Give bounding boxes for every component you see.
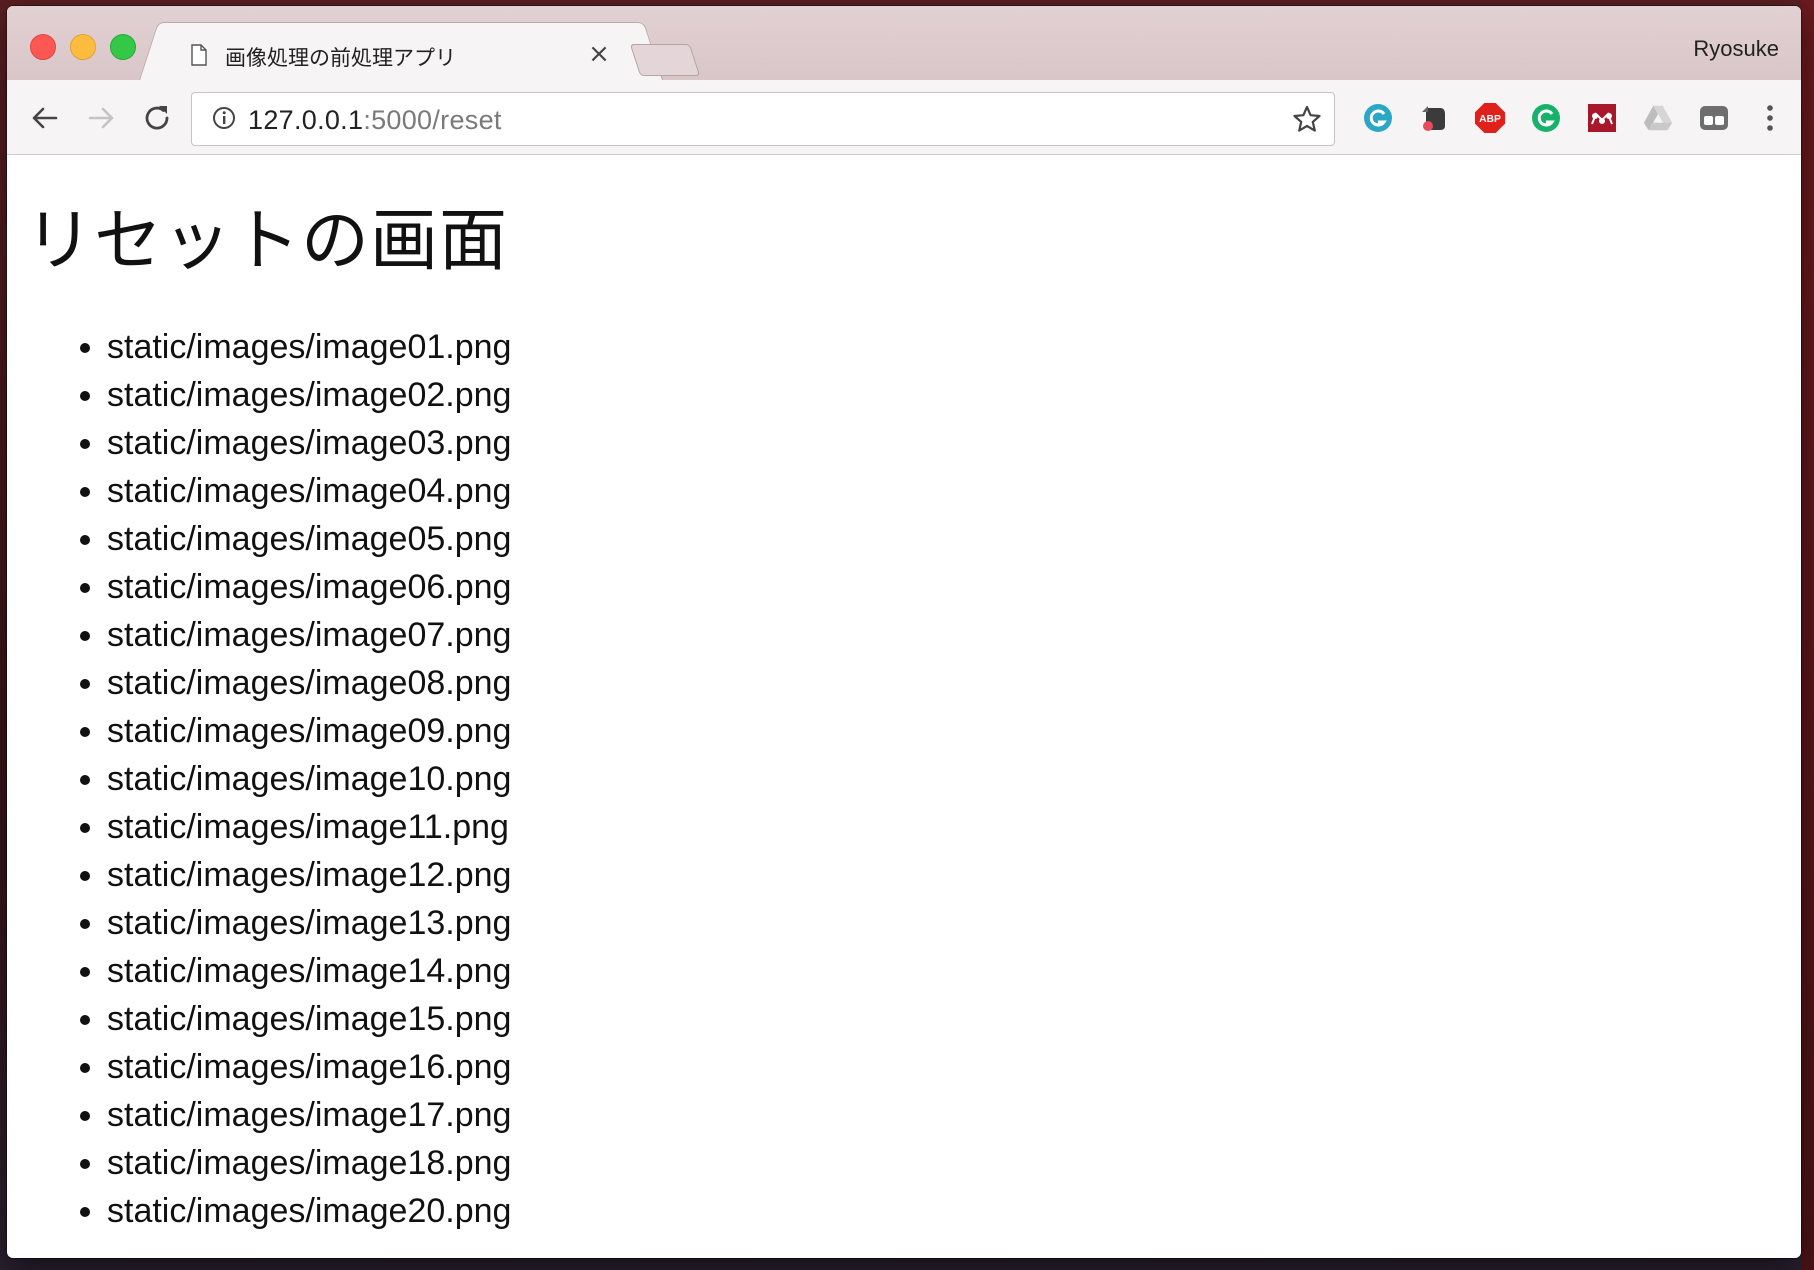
svg-text:ABP: ABP xyxy=(1479,114,1501,125)
menu-more-icon[interactable] xyxy=(1754,102,1786,134)
minimize-window-button[interactable] xyxy=(70,34,96,60)
arrow-right-icon xyxy=(88,107,114,129)
list-item: static/images/image09.png xyxy=(107,707,511,755)
list-item: static/images/image16.png xyxy=(107,1043,511,1091)
list-item: static/images/image13.png xyxy=(107,899,511,947)
url-path: :5000/reset xyxy=(363,105,502,135)
mendeley-icon[interactable] xyxy=(1586,102,1618,134)
adblock-plus-icon[interactable]: ABP xyxy=(1474,102,1506,134)
page-icon xyxy=(191,44,207,66)
reload-button[interactable] xyxy=(139,100,175,136)
list-item: static/images/image14.png xyxy=(107,947,511,995)
profile-name-button[interactable]: Ryosuke xyxy=(1693,36,1779,62)
desktop-background xyxy=(1802,0,1814,1270)
list-item: static/images/image02.png xyxy=(107,371,511,419)
list-item: static/images/image15.png xyxy=(107,995,511,1043)
list-item: static/images/image11.png xyxy=(107,803,511,851)
evernote-icon[interactable] xyxy=(1418,102,1450,134)
list-item: static/images/image18.png xyxy=(107,1139,511,1187)
info-icon[interactable] xyxy=(212,106,236,130)
list-item: static/images/image03.png xyxy=(107,419,511,467)
bookmark-star-icon[interactable] xyxy=(1292,104,1322,134)
address-bar[interactable]: 127.0.0.1:5000/reset xyxy=(191,92,1335,146)
list-item: static/images/image05.png xyxy=(107,515,511,563)
browser-toolbar: 127.0.0.1:5000/reset ABP xyxy=(7,80,1801,155)
page-title: リセットの画面 xyxy=(25,202,509,281)
tab-close-icon[interactable]: × xyxy=(585,38,613,70)
file-list: static/images/image01.pngstatic/images/i… xyxy=(63,323,511,1235)
grammarly-icon[interactable] xyxy=(1362,102,1394,134)
list-item: static/images/image12.png xyxy=(107,851,511,899)
list-item: static/images/image17.png xyxy=(107,1091,511,1139)
google-drive-icon[interactable] xyxy=(1642,102,1674,134)
browser-window: 画像処理の前処理アプリ × Ryosuke 127.0.0.1:5000/res… xyxy=(7,6,1801,1258)
reload-icon xyxy=(145,106,169,130)
back-button[interactable] xyxy=(27,100,63,136)
list-item: static/images/image20.png xyxy=(107,1187,511,1235)
grammarly-green-icon[interactable] xyxy=(1530,102,1562,134)
list-item: static/images/image04.png xyxy=(107,467,511,515)
close-window-button[interactable] xyxy=(30,34,56,60)
url-host: 127.0.0.1 xyxy=(248,105,364,135)
forward-button[interactable] xyxy=(83,100,119,136)
list-item: static/images/image10.png xyxy=(107,755,511,803)
arrow-left-icon xyxy=(32,107,58,129)
new-tab-button[interactable] xyxy=(629,44,701,76)
incognito-extension-icon[interactable] xyxy=(1698,102,1730,134)
list-item: static/images/image07.png xyxy=(107,611,511,659)
tab-strip: 画像処理の前処理アプリ × Ryosuke xyxy=(7,6,1801,83)
list-item: static/images/image06.png xyxy=(107,563,511,611)
tab-title: 画像処理の前処理アプリ xyxy=(225,46,456,70)
list-item: static/images/image08.png xyxy=(107,659,511,707)
zoom-window-button[interactable] xyxy=(110,34,136,60)
list-item: static/images/image01.png xyxy=(107,323,511,371)
url-text[interactable]: 127.0.0.1:5000/reset xyxy=(248,105,502,136)
